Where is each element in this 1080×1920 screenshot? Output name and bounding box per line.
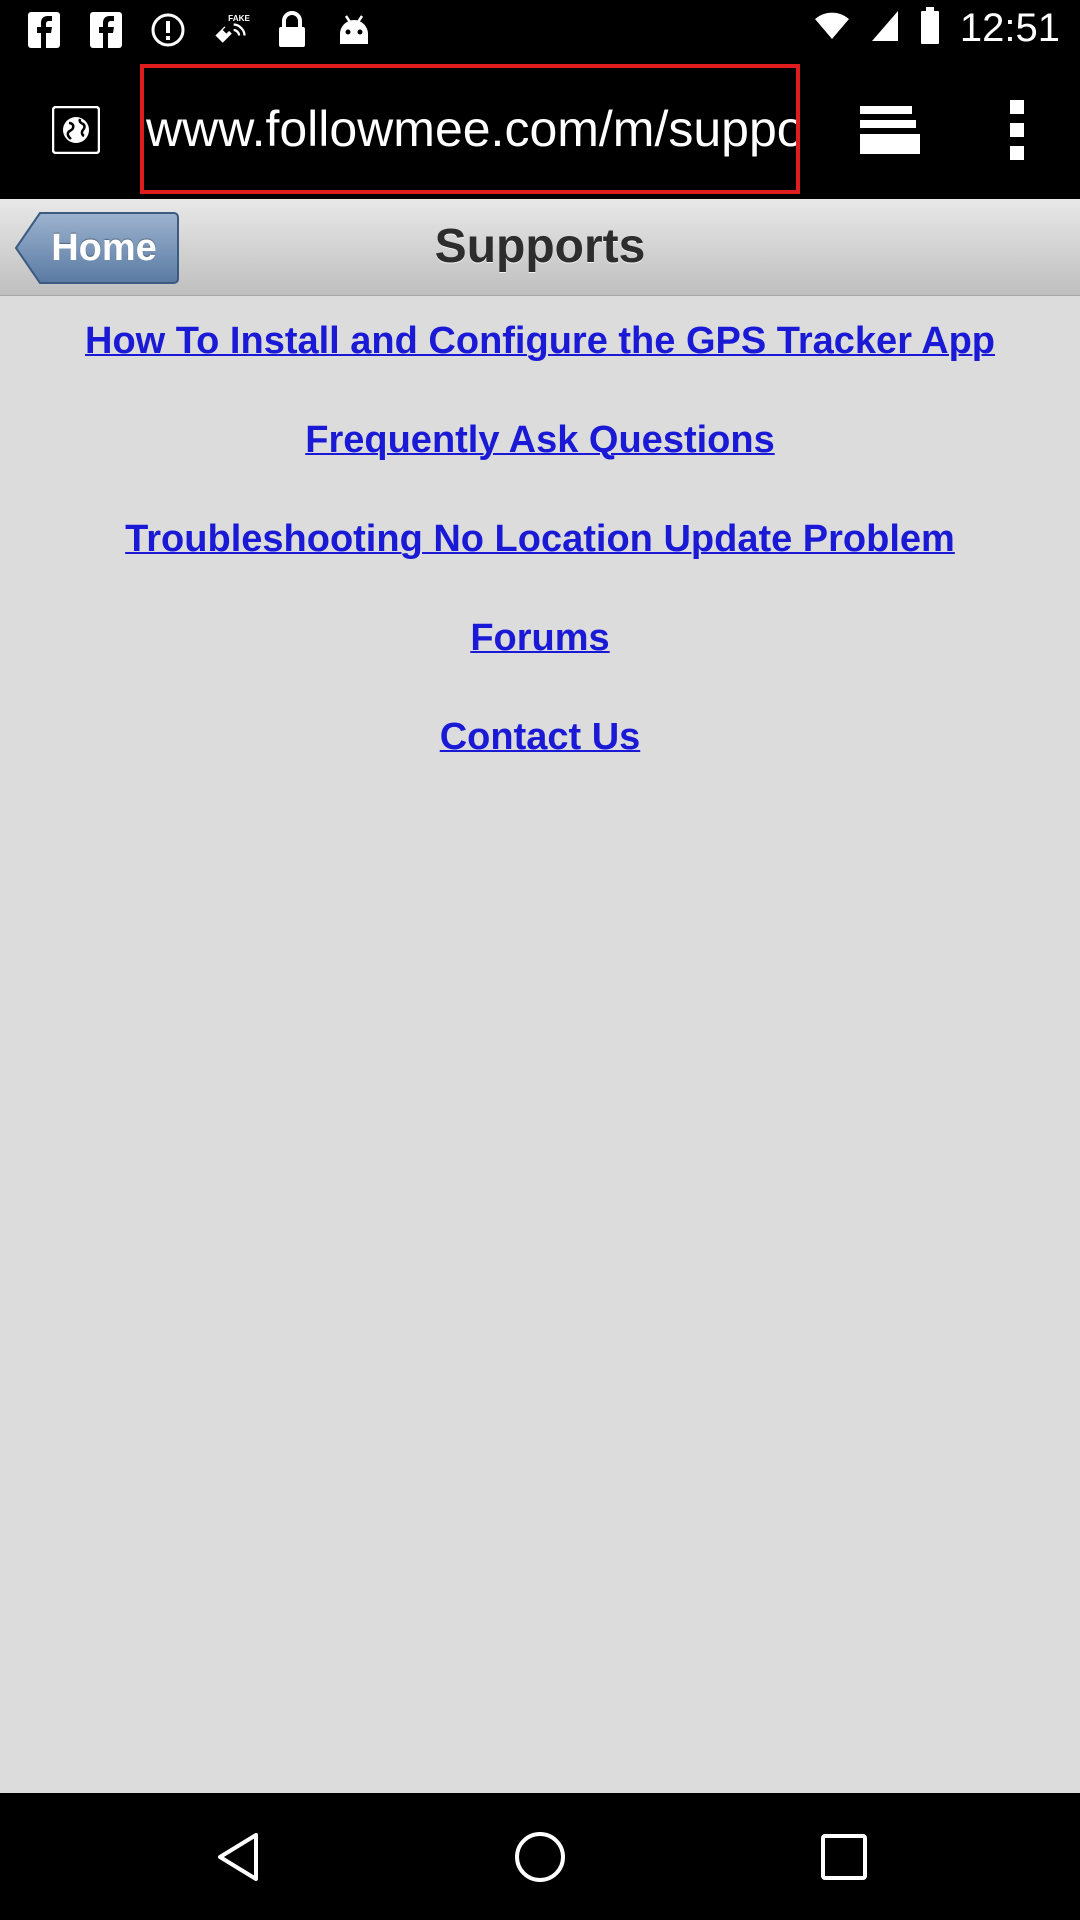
clock: 12:51 — [959, 6, 1060, 50]
link-faq[interactable]: Frequently Ask Questions — [0, 419, 1080, 462]
more-vert-icon — [1010, 100, 1024, 160]
site-info-button[interactable] — [51, 105, 101, 155]
link-forums[interactable]: Forums — [0, 617, 1080, 660]
android-icon — [334, 10, 374, 50]
globe-icon — [51, 105, 101, 155]
status-bar: FAKE 12:51 — [0, 0, 1080, 62]
back-triangle-icon — [218, 1833, 258, 1881]
alert-icon — [148, 10, 188, 50]
svg-text:FAKE: FAKE — [228, 14, 250, 23]
page-header: Supports Home — [0, 199, 1080, 296]
battery-icon — [920, 7, 940, 50]
notification-icons: FAKE — [24, 10, 374, 50]
facebook-icon — [86, 10, 126, 50]
navigation-bar — [0, 1793, 1080, 1920]
recents-square-icon — [821, 1834, 867, 1880]
browser-toolbar: www.followmee.com/m/suppor — [0, 62, 1080, 199]
home-nav-button[interactable] — [512, 1829, 568, 1885]
lock-icon — [272, 10, 312, 50]
signal-icon — [870, 9, 900, 48]
facebook-icon — [24, 10, 64, 50]
tabs-stack-icon — [860, 106, 920, 154]
recents-button[interactable] — [816, 1829, 872, 1885]
wifi-icon — [814, 11, 850, 46]
fake-gps-icon: FAKE — [210, 10, 250, 50]
link-troubleshooting[interactable]: Troubleshooting No Location Update Probl… — [0, 518, 1080, 561]
back-button[interactable] — [210, 1829, 266, 1885]
url-text: www.followmee.com/m/suppor — [146, 101, 800, 157]
support-links: How To Install and Configure the GPS Tra… — [0, 295, 1080, 759]
link-contact-us[interactable]: Contact Us — [0, 716, 1080, 759]
overflow-menu-button[interactable] — [1003, 98, 1031, 162]
system-status: 12:51 — [814, 6, 1060, 51]
tabs-button[interactable] — [858, 102, 922, 158]
home-button[interactable]: Home — [14, 211, 180, 285]
home-circle-icon — [515, 1832, 565, 1882]
home-button-label: Home — [51, 226, 157, 269]
link-install-configure[interactable]: How To Install and Configure the GPS Tra… — [0, 320, 1080, 363]
url-bar[interactable]: www.followmee.com/m/suppor — [140, 64, 800, 194]
